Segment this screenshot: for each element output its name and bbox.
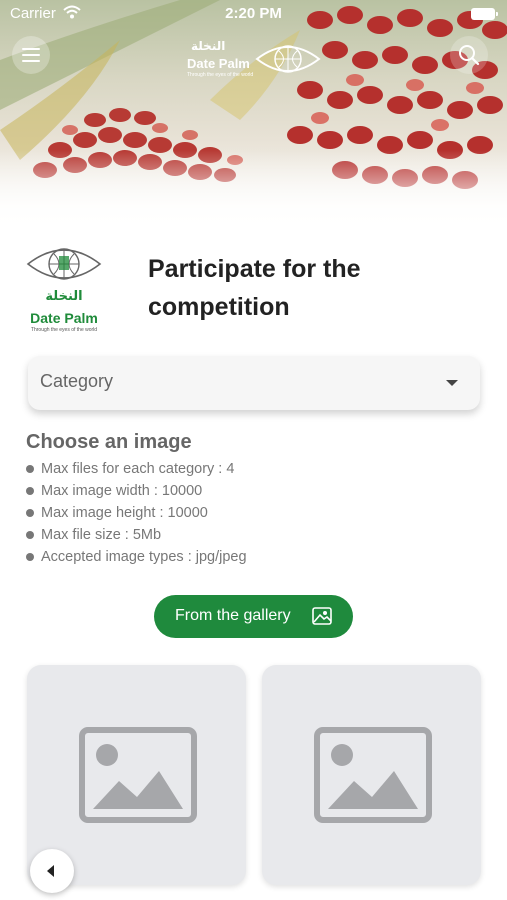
caret-down-icon — [446, 380, 458, 386]
rule-item: Accepted image types : jpg/jpeg — [26, 546, 247, 568]
menu-button[interactable] — [12, 36, 50, 74]
hamburger-icon — [22, 48, 40, 50]
search-button[interactable] — [450, 36, 488, 74]
header-logo-english: Date Palm — [187, 56, 250, 71]
hero-fade — [0, 150, 507, 232]
category-placeholder: Category — [40, 371, 114, 391]
gallery-button-label: From the gallery — [175, 607, 291, 624]
globe-eye-icon — [26, 248, 102, 280]
header-logo-arabic: النخلة — [191, 39, 226, 53]
from-gallery-button[interactable]: From the gallery — [154, 595, 353, 638]
gallery-icon — [312, 607, 332, 625]
header-logo: النخلة Date Palm Through the eyes of the… — [185, 37, 325, 83]
page-title: Participate for the competition — [148, 255, 361, 321]
upload-rules-list: Max files for each category : 4 Max imag… — [26, 458, 247, 568]
image-placeholder-icon — [314, 727, 432, 823]
brand-logo-arabic: النخلة — [45, 288, 83, 303]
globe-eye-icon — [255, 45, 321, 73]
header-logo-tagline: Through the eyes of the world — [187, 72, 254, 78]
clock: 2:20 PM — [225, 5, 282, 22]
rule-item: Max files for each category : 4 — [26, 458, 247, 480]
category-dropdown[interactable]: Category — [28, 356, 480, 410]
rule-item: Max file size : 5Mb — [26, 524, 247, 546]
back-button[interactable] — [30, 849, 74, 893]
brand-logo-english: Date Palm — [30, 310, 98, 326]
status-bar: Carrier 2:20 PM — [0, 0, 507, 28]
image-slot[interactable] — [262, 665, 481, 885]
brand-logo-tagline: Through the eyes of the world — [30, 327, 98, 333]
battery-icon — [471, 8, 498, 20]
rule-item: Max image height : 10000 — [26, 502, 247, 524]
choose-image-title: Choose an image — [26, 431, 192, 453]
hero-banner: Carrier 2:20 PM النخلة Date Palm Through… — [0, 0, 507, 232]
search-icon — [459, 45, 480, 66]
brand-logo: النخلة Date Palm Through the eyes of the… — [24, 242, 104, 334]
rule-item: Max image width : 10000 — [26, 480, 247, 502]
image-placeholder-icon — [79, 727, 197, 823]
